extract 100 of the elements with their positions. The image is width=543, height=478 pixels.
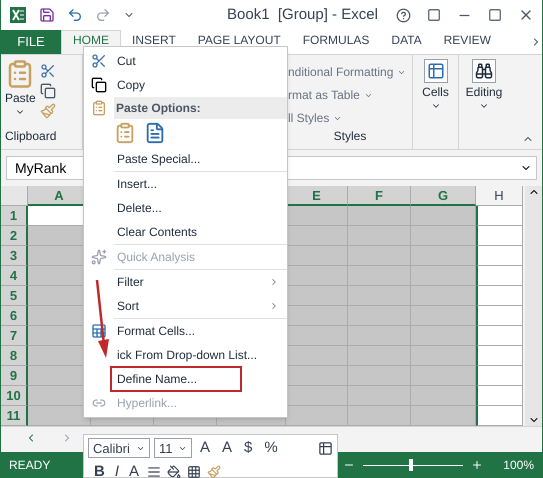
sheet-cell <box>411 246 476 266</box>
save-icon[interactable] <box>39 7 55 23</box>
font-size-dropdown[interactable]: 11 <box>154 438 192 458</box>
quick-analysis-icon <box>91 249 107 265</box>
sheet-cell <box>411 386 476 406</box>
zoom-thumb[interactable] <box>409 459 414 471</box>
column-header: E <box>286 186 348 206</box>
zoom-in-icon[interactable] <box>471 459 484 471</box>
ribbon-tab[interactable]: INSERT <box>121 30 187 54</box>
cut-icon <box>91 53 107 69</box>
styles-menu-item[interactable]: nditional Formatting <box>288 63 412 81</box>
sheet-cell <box>348 266 411 286</box>
toolbar-button[interactable]: A <box>196 437 214 460</box>
toolbar-button[interactable]: B <box>92 460 107 478</box>
menu-item[interactable]: Delete... <box>114 199 165 217</box>
copy-icon <box>91 77 107 93</box>
binoculars-icon <box>472 59 496 83</box>
column-header: G <box>411 186 476 206</box>
sheet-cell <box>476 206 523 226</box>
row-header: 10 <box>1 386 28 406</box>
sheet-cell <box>411 346 476 366</box>
sheet-cell <box>476 326 523 346</box>
menu-item[interactable]: Paste Special... <box>114 150 204 168</box>
sheet-cell <box>348 326 411 346</box>
zoom-percentage: 100% <box>503 457 534 474</box>
menu-item[interactable]: Sort <box>114 297 142 315</box>
ribbon-display-icon[interactable] <box>427 8 441 22</box>
menu-item[interactable]: Cut <box>114 52 139 70</box>
sheet-cell <box>476 226 523 246</box>
styles-menu-item[interactable]: rmat as Table <box>288 86 412 104</box>
menu-item[interactable]: Filter <box>114 273 147 291</box>
cells-button[interactable]: Cells <box>413 55 459 149</box>
status-text: READY <box>9 457 50 474</box>
zoom-slider[interactable] <box>363 459 464 471</box>
window-title: Book1 [Group] - Excel <box>227 4 378 25</box>
sheet-cell <box>476 346 523 366</box>
toolbar-button[interactable]: A <box>127 460 142 478</box>
sheet-cell <box>348 246 411 266</box>
menu-item[interactable]: Clear Contents <box>114 223 200 241</box>
file-tab[interactable]: FILE <box>1 30 61 54</box>
row-header: 3 <box>1 246 28 266</box>
maximize-icon[interactable] <box>488 8 502 22</box>
table-icon <box>424 59 448 83</box>
excel-logo-icon <box>9 6 27 24</box>
ribbon-tab[interactable]: DATA <box>380 30 433 54</box>
ribbon-tab[interactable]: REVIEW <box>432 30 502 54</box>
sheet-cell <box>411 406 476 426</box>
toolbar-button[interactable]: % <box>260 437 282 460</box>
sheet-cell <box>411 266 476 286</box>
sheet-cell <box>476 366 523 386</box>
copy-icon[interactable] <box>40 83 56 99</box>
group-label: Styles <box>332 128 368 145</box>
borders-icon[interactable] <box>187 464 202 478</box>
select-all-corner <box>1 186 28 206</box>
redo-icon[interactable] <box>95 7 111 23</box>
undo-icon[interactable] <box>67 7 83 23</box>
sheet-cell <box>476 286 523 306</box>
sheet-cell <box>348 206 411 226</box>
column-header: F <box>348 186 411 206</box>
toolbar-button[interactable]: I <box>112 460 122 478</box>
ribbon-tab[interactable]: FORMULAS <box>292 30 380 54</box>
vertical-scrollbar[interactable] <box>525 186 542 426</box>
styles-menu-item[interactable]: ll Styles <box>288 109 412 127</box>
toolbar-button[interactable]: A <box>218 437 236 460</box>
sheet-cell <box>476 386 523 406</box>
sheet-cell <box>476 266 523 286</box>
menu-item[interactable]: Define Name... <box>110 366 242 392</box>
clipboard-icon <box>91 100 107 116</box>
format-table-icon[interactable] <box>318 440 333 456</box>
sheet-cell <box>348 306 411 326</box>
format-cells-icon <box>91 323 107 339</box>
fill-color-icon[interactable] <box>167 464 182 478</box>
row-header: 1 <box>1 206 28 226</box>
menu-item[interactable]: Format Cells... <box>114 322 198 340</box>
help-icon[interactable] <box>396 8 411 22</box>
cut-icon[interactable] <box>40 63 56 79</box>
row-header: 2 <box>1 226 28 246</box>
sheet-cell <box>411 226 476 246</box>
column-header: H <box>476 186 523 206</box>
sheet-cell <box>348 286 411 306</box>
toolbar-button[interactable]: $ <box>240 437 256 460</box>
row-header: 6 <box>1 306 28 326</box>
menu-item[interactable]: Insert... <box>114 175 160 193</box>
sheet-cell <box>348 346 411 366</box>
editing-button[interactable]: Editing <box>459 55 509 149</box>
sheet-cell <box>411 206 476 226</box>
row-header: 11 <box>1 406 28 426</box>
menu-item[interactable]: ick From Drop-down List... <box>114 346 260 364</box>
menu-item[interactable]: Copy <box>114 76 148 94</box>
ribbon-tab[interactable]: PAGE LAYOUT <box>186 30 292 54</box>
row-header: 7 <box>1 326 28 346</box>
align-icon[interactable] <box>147 464 162 478</box>
row-header: 8 <box>1 346 28 366</box>
paste-button[interactable]: Paste <box>5 59 36 127</box>
paste-values-icon[interactable] <box>144 122 166 144</box>
font-dropdown[interactable]: Calibri <box>88 438 150 458</box>
sheet-cell <box>411 306 476 326</box>
row-header: 4 <box>1 266 28 286</box>
sheet-cell <box>411 366 476 386</box>
sheet-cell <box>348 366 411 386</box>
